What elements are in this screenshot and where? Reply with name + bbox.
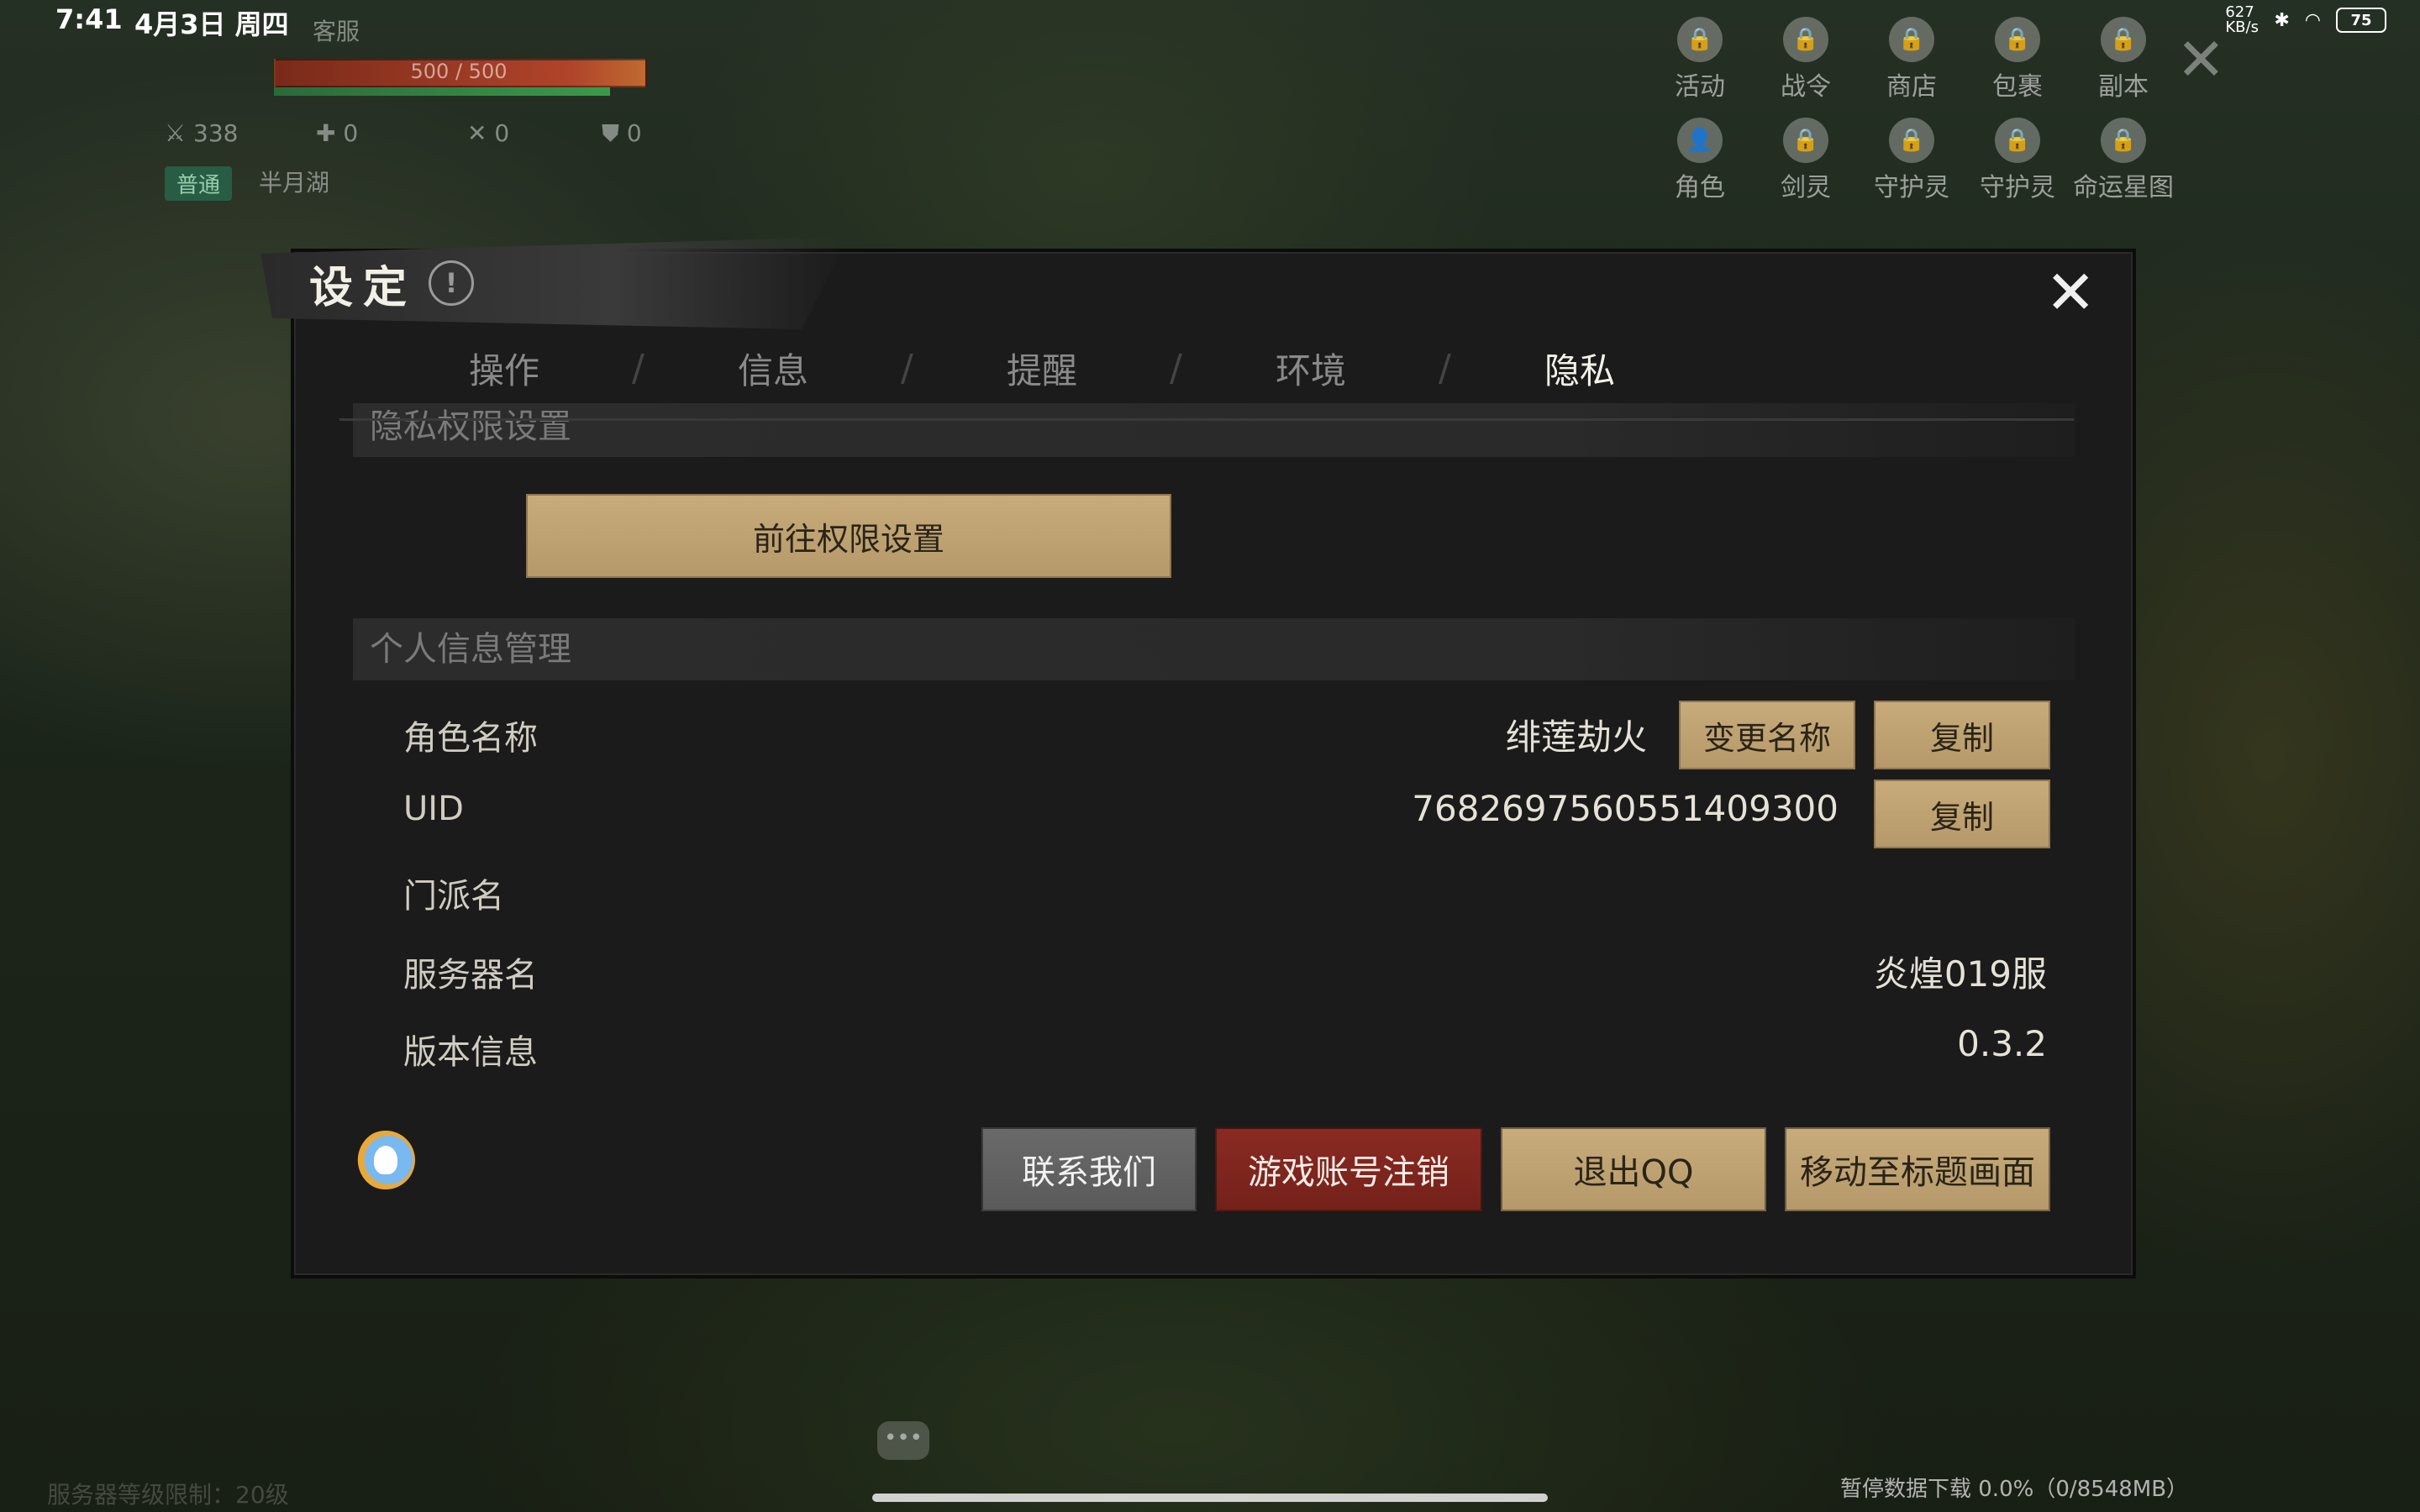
qq-icon xyxy=(356,1131,415,1189)
hud-stat-3: ✕ 0 xyxy=(467,119,510,147)
stat-value: 338 xyxy=(193,119,239,147)
menu-item-guardian-1[interactable]: 🔒 守护灵 xyxy=(1859,118,1965,203)
lock-icon: 🔒 xyxy=(1783,118,1828,163)
section-personal-info: 个人信息管理 xyxy=(353,618,2075,680)
mode-tag: 普通 xyxy=(165,166,233,201)
bluetooth-icon: ✱ xyxy=(2274,9,2290,31)
chat-icon[interactable]: ••• xyxy=(877,1421,929,1460)
menu-item-shop[interactable]: 🔒 商店 xyxy=(1859,17,1965,102)
menu-item-star-map[interactable]: 🔒 命运星图 xyxy=(2070,118,2176,203)
copy-name-button[interactable]: 复制 xyxy=(1874,701,2050,769)
hud-stat-4: ⛊ 0 xyxy=(602,119,642,147)
dialog-title: 设定 xyxy=(309,262,418,313)
settings-tabs: 操作 / 信息 / 提醒 / 环境 / 隐私 xyxy=(370,343,1714,394)
lock-icon: 🔒 xyxy=(2101,118,2146,163)
tab-reminder[interactable]: 提醒 xyxy=(908,343,1176,394)
menu-item-bag[interactable]: 🔒 包裹 xyxy=(1965,17,2070,102)
lock-icon: 🔒 xyxy=(2101,17,2146,62)
download-status: 暂停数据下载 0.0%（0/8548MB） xyxy=(1840,1477,2189,1502)
logout-qq-button[interactable]: 退出QQ xyxy=(1501,1127,1766,1211)
rename-button[interactable]: 变更名称 xyxy=(1679,701,1855,769)
lock-icon: 🔒 xyxy=(1889,17,1934,62)
character-icon: 👤 xyxy=(1677,118,1723,163)
close-menu-icon[interactable]: ✕ xyxy=(2176,25,2226,94)
stat-value: 0 xyxy=(494,119,510,147)
menu-label: 包裹 xyxy=(1992,72,2043,102)
menu-label: 角色 xyxy=(1675,173,1725,202)
tab-underline xyxy=(339,418,2074,421)
contact-us-button[interactable]: 联系我们 xyxy=(981,1127,1197,1211)
go-to-permission-settings-button[interactable]: 前往权限设置 xyxy=(526,494,1171,578)
status-time: 7:41 xyxy=(55,3,123,35)
tab-info[interactable]: 信息 xyxy=(639,343,908,394)
hud-server-tag: 客服 xyxy=(313,18,360,45)
info-icon[interactable]: ! xyxy=(429,260,474,306)
hp-text: 500 / 500 xyxy=(410,60,508,83)
mp-bar xyxy=(274,87,610,96)
status-icons: 627 KB/s ✱ ◠ 75 xyxy=(2225,5,2386,35)
stat-value: 0 xyxy=(626,119,642,147)
tab-environment[interactable]: 环境 xyxy=(1176,343,1445,394)
home-indicator[interactable] xyxy=(872,1494,1548,1502)
menu-label: 活动 xyxy=(1675,72,1725,102)
cancel-account-button[interactable]: 游戏账号注销 xyxy=(1215,1127,1482,1211)
sect-label: 门派名 xyxy=(403,877,504,916)
menu-label: 命运星图 xyxy=(2073,173,2174,202)
lock-icon: 🔒 xyxy=(1995,118,2040,163)
wifi-icon: ◠ xyxy=(2304,9,2321,31)
menu-item-battlepass[interactable]: 🔒 战令 xyxy=(1753,17,1859,102)
tab-privacy[interactable]: 隐私 xyxy=(1445,343,1714,394)
lock-icon: 🔒 xyxy=(1783,17,1828,62)
menu-item-sword-spirit[interactable]: 🔒 剑灵 xyxy=(1753,118,1859,203)
menu-item-character[interactable]: 👤 角色 xyxy=(1647,118,1753,203)
menu-label: 商店 xyxy=(1886,72,1937,102)
uid-label: UID xyxy=(403,790,464,828)
location-name: 半月湖 xyxy=(259,169,330,197)
version-value: 0.3.2 xyxy=(1957,1023,2047,1064)
menu-item-activity[interactable]: 🔒 活动 xyxy=(1647,17,1753,102)
lock-icon: 🔒 xyxy=(1995,17,2040,62)
menu-item-guardian-2[interactable]: 🔒 守护灵 xyxy=(1965,118,2070,203)
tab-operation[interactable]: 操作 xyxy=(370,343,639,394)
net-speed: 627 KB/s xyxy=(2225,3,2259,36)
lock-icon: 🔒 xyxy=(1677,17,1723,62)
server-value: 炎煌019服 xyxy=(1873,953,2047,995)
menu-label: 守护灵 xyxy=(1874,173,1949,202)
menu-label: 守护灵 xyxy=(1980,173,2055,202)
uid-value: 7682697560551409300 xyxy=(1412,788,1839,829)
stat-value: 0 xyxy=(343,119,359,147)
role-name-value: 绯莲劫火 xyxy=(1505,717,1647,758)
menu-label: 副本 xyxy=(2098,72,2149,102)
close-dialog-button[interactable]: ✕ xyxy=(2045,262,2096,323)
menu-label: 战令 xyxy=(1781,72,1831,102)
version-label: 版本信息 xyxy=(403,1033,538,1072)
server-level-limit: 服务器等级限制：20级 xyxy=(47,1481,289,1509)
hud-stat-attack: ⚔ 338 xyxy=(165,119,239,147)
section-privacy-permissions: 隐私权限设置 xyxy=(353,403,2075,457)
menu-label: 剑灵 xyxy=(1781,173,1831,202)
top-menu-grid: 🔒 活动 🔒 战令 🔒 商店 🔒 包裹 🔒 副本 👤 角色 🔒 剑灵 🔒 守护灵 🔒 守护灵 🔒 命… xyxy=(1647,17,2185,203)
status-date: 4月3日 周四 xyxy=(134,8,289,40)
hud-stat-2: ✚ 0 xyxy=(316,119,359,147)
battery-icon: 75 xyxy=(2336,8,2386,33)
copy-uid-button[interactable]: 复制 xyxy=(1874,780,2050,848)
lock-icon: 🔒 xyxy=(1889,118,1934,163)
server-label: 服务器名 xyxy=(403,956,538,995)
role-name-label: 角色名称 xyxy=(403,719,538,758)
move-to-title-screen-button[interactable]: 移动至标题画面 xyxy=(1785,1127,2050,1211)
menu-item-dungeon[interactable]: 🔒 副本 xyxy=(2070,17,2176,102)
